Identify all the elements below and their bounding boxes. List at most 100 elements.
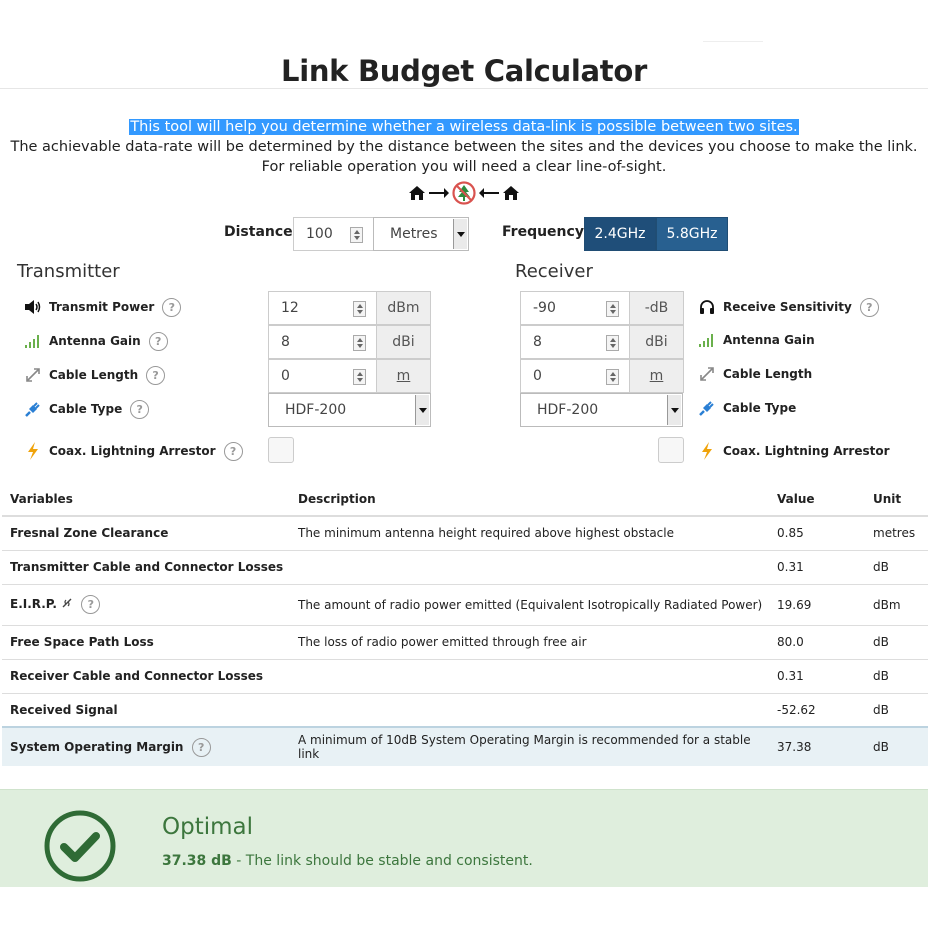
frequency-option-5-8ghz[interactable]: 5.8GHz <box>656 217 728 251</box>
row-description <box>290 658 769 693</box>
help-icon[interactable]: ? <box>81 595 101 614</box>
rx-antenna-gain-text: Antenna Gain <box>723 333 815 347</box>
help-icon[interactable]: ? <box>146 365 166 385</box>
rx-cable-type-select[interactable]: HDF-200 <box>520 393 683 427</box>
row-value: 0.31 <box>769 549 865 584</box>
signal-bars-icon <box>23 332 43 350</box>
results-table: Variables Description Value Unit Fresnal… <box>2 482 928 766</box>
status-message: 37.38 dB - The link should be stable and… <box>162 853 533 869</box>
row-variable: E.I.R.P. <box>10 597 57 611</box>
tx-arrestor-checkbox[interactable] <box>268 437 294 463</box>
rx-antenna-gain-unit: dBi <box>629 325 684 359</box>
tx-cable-type-text: Cable Type <box>49 402 123 416</box>
intro-highlight: This tool will help you determine whethe… <box>129 119 799 135</box>
tx-antenna-gain-spinner[interactable] <box>353 335 366 351</box>
help-icon[interactable]: ? <box>162 297 182 317</box>
table-row: E.I.R.P. ? The amount of radio power emi… <box>2 583 928 625</box>
column-header-description: Description <box>290 482 769 517</box>
transmit-power-spinner[interactable] <box>353 301 366 317</box>
row-description <box>290 692 769 727</box>
status-value: 37.38 dB <box>162 853 232 869</box>
table-row: Transmitter Cable and Connector Losses 0… <box>2 549 928 584</box>
tx-cable-type-select[interactable]: HDF-200 <box>268 393 431 427</box>
row-value: -52.62 <box>769 692 865 727</box>
volume-icon <box>23 298 43 316</box>
rx-arrestor-label: Coax. Lightning Arrestor <box>697 441 890 461</box>
tx-cable-length-unit: m <box>376 359 431 393</box>
receive-sensitivity-spinner[interactable] <box>606 301 619 317</box>
help-icon[interactable]: ? <box>130 399 150 419</box>
arrow-left-icon <box>478 187 500 199</box>
status-title: Optimal <box>162 814 254 840</box>
row-description: The minimum antenna height required abov… <box>290 515 769 550</box>
signal-bars-icon <box>697 331 717 349</box>
plug-icon <box>697 399 717 417</box>
row-description <box>290 549 769 584</box>
distance-label: Distance <box>224 224 293 240</box>
table-row: Free Space Path Loss The loss of radio p… <box>2 624 928 659</box>
tx-cable-type-value: HDF-200 <box>285 402 347 418</box>
chevron-down-icon <box>415 395 429 425</box>
tx-antenna-gain-input[interactable]: 8 <box>268 325 377 359</box>
tx-cable-length-input[interactable]: 0 <box>268 359 377 393</box>
receive-sensitivity-text: Receive Sensitivity <box>723 300 852 314</box>
rx-cable-length-spinner[interactable] <box>606 369 619 385</box>
transmit-power-value: 12 <box>281 300 299 316</box>
table-row: Fresnal Zone Clearance The minimum anten… <box>2 515 928 550</box>
intro-line-1: This tool will help you determine whethe… <box>0 119 928 135</box>
help-icon[interactable]: ? <box>148 331 168 351</box>
row-variable-cell: E.I.R.P. ? <box>2 583 290 625</box>
help-icon[interactable]: ? <box>223 441 243 461</box>
lightning-icon <box>697 442 717 460</box>
rx-arrestor-text: Coax. Lightning Arrestor <box>723 444 890 458</box>
tx-cable-length-spinner[interactable] <box>353 369 366 385</box>
status-description: - The link should be stable and consiste… <box>231 853 533 869</box>
rx-cable-length-value: 0 <box>533 368 542 384</box>
row-variable: Transmitter Cable and Connector Losses <box>2 549 290 584</box>
row-unit: dB <box>865 658 928 693</box>
receiver-heading: Receiver <box>515 261 593 282</box>
arrow-right-icon <box>428 187 450 199</box>
row-variable: Receiver Cable and Connector Losses <box>2 658 290 693</box>
rx-cable-type-text: Cable Type <box>723 401 797 415</box>
status-panel <box>0 789 928 887</box>
frequency-label: Frequency <box>502 224 584 240</box>
row-variable: System Operating Margin <box>10 739 184 754</box>
page-title: Link Budget Calculator <box>281 54 647 88</box>
distance-unit-select[interactable]: Metres <box>373 217 469 251</box>
row-description: A minimum of 10dB System Operating Margi… <box>290 726 769 766</box>
row-variable: Received Signal <box>2 692 290 727</box>
help-icon[interactable]: ? <box>859 297 879 317</box>
distance-input[interactable]: 100 <box>293 217 374 251</box>
rx-antenna-gain-input[interactable]: 8 <box>520 325 630 359</box>
tx-antenna-gain-label: Antenna Gain ? <box>23 331 168 351</box>
table-header-row: Variables Description Value Unit <box>2 482 928 517</box>
row-unit: metres <box>865 515 928 550</box>
tx-cable-length-label: Cable Length ? <box>23 365 166 385</box>
tx-arrestor-label: Coax. Lightning Arrestor ? <box>23 441 243 461</box>
check-circle-icon <box>43 809 117 887</box>
transmit-power-input[interactable]: 12 <box>268 291 377 325</box>
rx-cable-length-unit: m <box>629 359 684 393</box>
rx-cable-length-text: Cable Length <box>723 367 813 381</box>
rx-arrestor-checkbox[interactable] <box>658 437 684 463</box>
distance-spinner[interactable] <box>350 227 363 243</box>
tx-cable-length-value: 0 <box>281 368 290 384</box>
column-header-variables: Variables <box>2 482 290 517</box>
frequency-option-2-4ghz[interactable]: 2.4GHz <box>584 217 656 251</box>
row-value: 37.38 <box>769 726 865 766</box>
broadcast-icon <box>61 597 73 612</box>
distance-value: 100 <box>306 226 333 242</box>
resize-arrows-icon <box>697 365 717 383</box>
receive-sensitivity-value: -90 <box>533 300 556 316</box>
rx-antenna-gain-spinner[interactable] <box>606 335 619 351</box>
chevron-down-icon <box>667 395 681 425</box>
receive-sensitivity-input[interactable]: -90 <box>520 291 630 325</box>
transmitter-heading: Transmitter <box>17 261 120 282</box>
tx-antenna-gain-value: 8 <box>281 334 290 350</box>
help-icon[interactable]: ? <box>191 737 211 757</box>
rx-antenna-gain-label: Antenna Gain <box>697 330 815 350</box>
table-row: Receiver Cable and Connector Losses 0.31… <box>2 658 928 693</box>
rx-antenna-gain-value: 8 <box>533 334 542 350</box>
rx-cable-length-input[interactable]: 0 <box>520 359 630 393</box>
